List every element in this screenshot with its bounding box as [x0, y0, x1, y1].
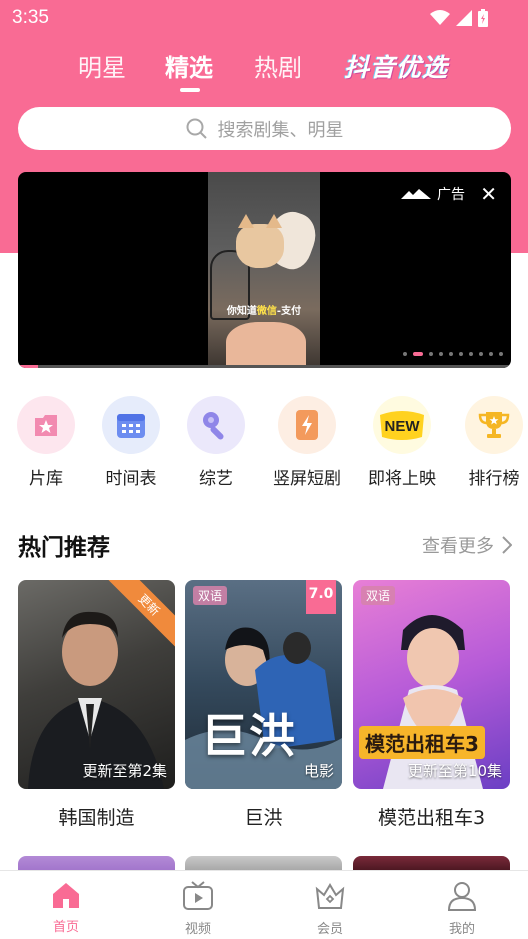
view-more-label: 查看更多 — [422, 536, 494, 557]
category-schedule-circle — [102, 396, 160, 454]
pagination-dot — [459, 352, 463, 356]
category-label: 片库 — [29, 469, 63, 489]
chevron-right-icon — [502, 536, 512, 554]
category-label: 时间表 — [105, 469, 157, 489]
kitten-graphic — [236, 214, 284, 268]
drama-card[interactable]: 更新 更新至第2集 韩国制造 — [18, 580, 175, 830]
pagination-dot — [429, 352, 433, 356]
search-icon — [186, 118, 207, 139]
phone-lightning-icon — [296, 410, 318, 440]
new-badge-icon: NEW — [380, 411, 424, 440]
episode-note: 更新至第10集 — [407, 762, 502, 780]
tv-play-icon — [183, 881, 213, 910]
category-library-circle — [17, 396, 75, 454]
hand-graphic — [226, 322, 306, 368]
wifi-icon — [430, 10, 450, 25]
pagination-dot — [439, 352, 443, 356]
category-vertical-shorts[interactable]: 竖屏短剧 — [267, 396, 347, 489]
pagination-dot — [449, 352, 453, 356]
drama-title: 韩国制造 — [58, 807, 135, 829]
microphone-icon — [203, 412, 224, 440]
pagination-dot — [489, 352, 493, 356]
tab-featured[interactable]: 精选 — [165, 48, 213, 83]
tab-label: 会员 — [316, 922, 343, 937]
tab-video[interactable]: 视频 — [166, 881, 230, 937]
category-rankings[interactable]: 排行榜 — [454, 396, 528, 489]
search-bar[interactable]: 搜索剧集、明星 — [18, 107, 511, 150]
trophy-icon — [478, 412, 510, 438]
pagination-dot — [479, 352, 483, 356]
category-label: 竖屏短剧 — [273, 469, 341, 489]
drama-card[interactable]: 双语 7.0 巨洪 电影 巨洪 — [185, 580, 342, 830]
category-library[interactable]: 片库 — [6, 396, 86, 489]
category-variety-circle — [187, 396, 245, 454]
close-ad-icon[interactable]: ✕ — [480, 182, 497, 206]
status-icons — [430, 9, 488, 27]
drama-poster[interactable]: 双语 模范出租车3 更新至第10集 — [353, 580, 510, 789]
bilingual-tag: 双语 — [361, 586, 396, 605]
bottom-tab-bar: 首页 视频 会员 我的 — [0, 870, 528, 939]
section-title: 热门推荐 — [18, 535, 110, 561]
battery-icon — [478, 9, 488, 27]
episode-note: 更新至第2集 — [82, 762, 167, 780]
category-coming-soon[interactable]: NEW 即将上映 — [362, 396, 442, 489]
pagination-dot — [499, 352, 503, 356]
calendar-icon — [117, 414, 145, 438]
tab-douyin-youxuan[interactable]: 抖音优选 — [344, 48, 448, 84]
drama-title: 巨洪 — [244, 807, 283, 829]
category-vertical-shorts-circle — [278, 396, 336, 454]
banner-ad[interactable]: 你知道微信-支付 广告 ✕ — [18, 172, 511, 368]
tab-membership[interactable]: 会员 — [298, 881, 362, 937]
category-row: 片库 时间表 综艺 竖屏短剧 NEW 即将上映 排行榜 — [0, 396, 528, 496]
poster-title-text: 巨洪 — [201, 709, 297, 763]
star-box-icon — [35, 415, 57, 436]
tab-label: 首页 — [52, 920, 79, 935]
home-icon — [53, 883, 79, 908]
search-placeholder: 搜索剧集、明星 — [217, 119, 344, 141]
category-label: 综艺 — [199, 469, 233, 489]
tab-stars[interactable]: 明星 — [78, 48, 126, 83]
crown-icon — [315, 883, 345, 909]
banner-progress — [18, 365, 511, 368]
tab-home[interactable]: 首页 — [34, 881, 98, 935]
tab-profile[interactable]: 我的 — [430, 881, 494, 937]
drama-card[interactable]: 双语 模范出租车3 更新至第10集 模范出租车3 — [353, 580, 510, 830]
bilingual-tag: 双语 — [193, 586, 228, 605]
pagination-dot — [469, 352, 473, 356]
category-label: 排行榜 — [468, 469, 520, 489]
tab-label: 我的 — [448, 922, 475, 937]
ad-brand-icon — [401, 189, 431, 199]
active-tab-indicator — [180, 88, 200, 92]
category-coming-soon-circle: NEW — [373, 396, 431, 454]
tab-hot-dramas[interactable]: 热剧 — [254, 48, 302, 83]
drama-poster[interactable]: 更新 更新至第2集 — [18, 580, 175, 789]
banner-pagination — [403, 352, 503, 356]
status-bar: 3:35 — [0, 0, 528, 36]
view-more-link[interactable]: 查看更多 — [422, 532, 512, 558]
top-nav: 明星 精选 热剧 抖音优选 — [0, 48, 528, 96]
rating-badge: 7.0 — [306, 580, 336, 614]
category-schedule[interactable]: 时间表 — [91, 396, 171, 489]
category-rankings-circle — [465, 396, 523, 454]
drama-poster[interactable]: 双语 7.0 巨洪 电影 — [185, 580, 342, 789]
drama-title: 模范出租车3 — [377, 807, 486, 829]
category-label: 即将上映 — [368, 469, 436, 489]
episode-note: 电影 — [303, 762, 334, 780]
user-icon — [447, 882, 477, 911]
video-caption: 你知道微信-支付 — [226, 306, 302, 317]
ad-label: 广告 — [401, 184, 465, 204]
pagination-dot — [413, 352, 423, 356]
banner-video[interactable]: 你知道微信-支付 — [208, 172, 320, 368]
signal-icon — [456, 10, 472, 26]
poster-title-text: 模范出租车3 — [359, 726, 485, 759]
tab-label: 视频 — [184, 922, 211, 937]
svg-text:NEW: NEW — [385, 418, 421, 435]
pagination-dot — [403, 352, 407, 356]
status-time: 3:35 — [12, 7, 49, 28]
category-variety[interactable]: 综艺 — [176, 396, 256, 489]
